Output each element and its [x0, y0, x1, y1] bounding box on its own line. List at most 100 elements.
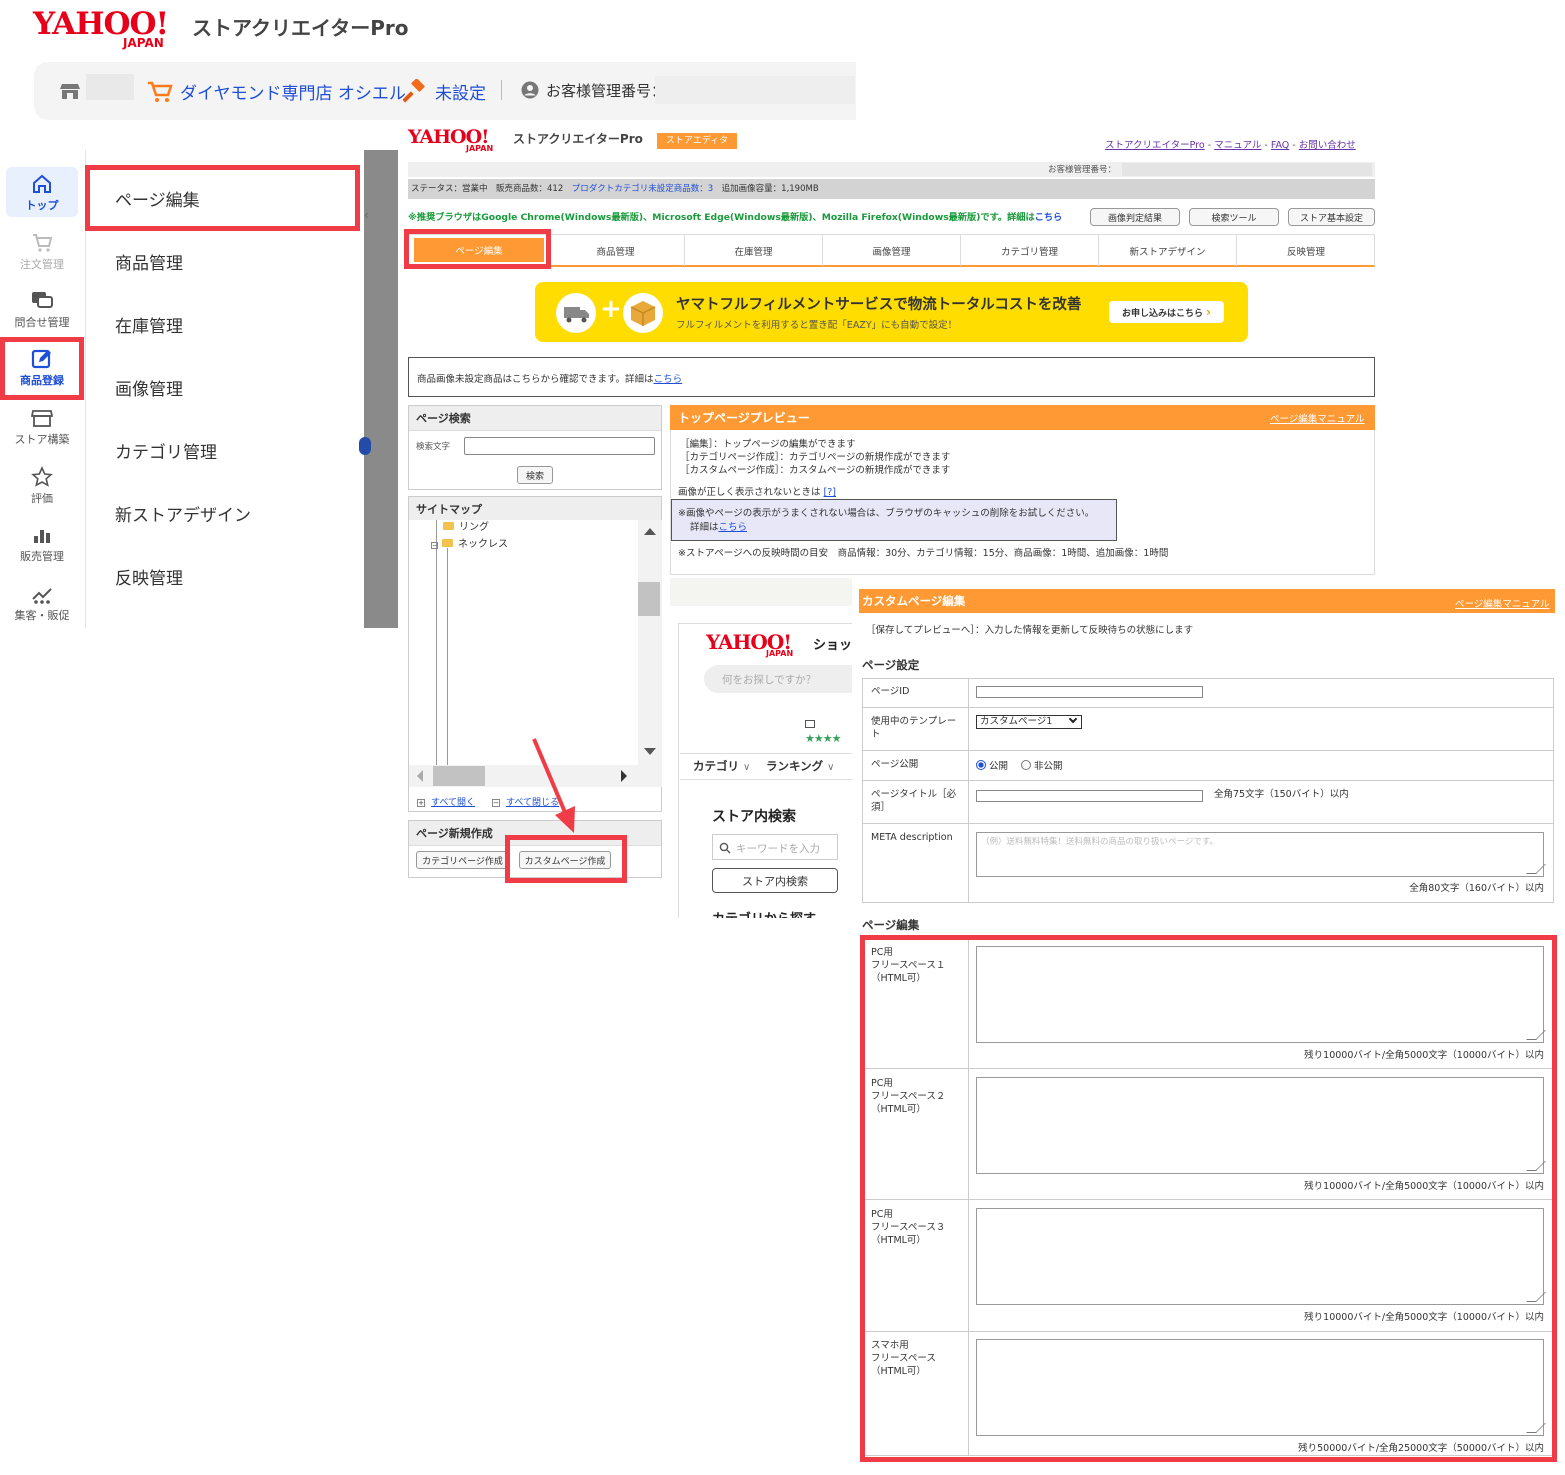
create-custom-page-button[interactable]: カスタムページ作成	[519, 851, 611, 869]
publish-radio-public[interactable]	[976, 760, 986, 770]
expand-all[interactable]: + すべて開く	[417, 795, 475, 808]
cache-detail-link[interactable]: こちら	[719, 522, 748, 533]
preview-title: トップページプレビュー	[678, 411, 810, 425]
sidebar-item-label: 注文管理	[20, 258, 64, 271]
scroll-thumb[interactable]	[638, 582, 660, 616]
submenu-new-store-design[interactable]: 新ストアデザイン	[115, 501, 251, 526]
mini-store-icon	[805, 720, 815, 728]
yahoo-logo[interactable]: YAHOO! JAPAN	[33, 6, 169, 50]
sidebar-item-orders[interactable]: 注文管理	[0, 232, 84, 272]
resize-grip-icon[interactable]	[1526, 864, 1546, 874]
recommend-text: ※推奨ブラウザはGoogle Chrome(Windows最新版)、Micros…	[408, 212, 1035, 223]
chevron-down-icon	[1068, 714, 1078, 724]
meta-description-textarea[interactable]: （例）送料無料特集！送料無料の商品の取り扱いページです。	[976, 832, 1546, 877]
preview-manual-link[interactable]: ページ編集マニュアル	[1270, 411, 1365, 425]
store-preview-search[interactable]: 何をお探しですか？	[704, 665, 860, 693]
scroll-right-icon[interactable]	[621, 770, 627, 782]
resize-grip-icon[interactable]	[1526, 1423, 1546, 1433]
sidebar-item-product-registration[interactable]: 商品登録	[0, 348, 84, 388]
hscroll-thumb[interactable]	[433, 766, 485, 786]
store-preview-logo[interactable]: YAHOO! JAPAN	[706, 630, 793, 658]
store-preview-area: YAHOO! JAPAN ショッ 何をお探しですか？ ★★★★ カテゴリ ∨ ラ…	[670, 578, 860, 918]
meta-hint: 全角80文字（160バイト）以内	[1409, 883, 1544, 894]
sidebar-item-label: 評価	[31, 492, 53, 505]
template-label: 使用中のテンプレート	[871, 716, 957, 740]
chevron-down-icon: ∨	[743, 762, 751, 773]
sidebar-item-inquiries[interactable]: 問合せ管理	[0, 290, 84, 330]
submenu-category-management[interactable]: カテゴリ管理	[115, 438, 217, 463]
expand-all-link[interactable]: すべて開く	[431, 798, 475, 808]
scroll-down-icon[interactable]	[644, 748, 656, 755]
link-separator: -	[1261, 140, 1271, 151]
submenu-page-edit[interactable]: ページ編集	[115, 186, 200, 211]
free-space-3-textarea[interactable]	[976, 1208, 1546, 1305]
folder-icon	[442, 539, 453, 547]
tree-folder-ring[interactable]: リング	[443, 518, 489, 533]
tab-category-management[interactable]: カテゴリ管理	[961, 235, 1099, 266]
template-select[interactable]: カスタムページ1	[976, 714, 1082, 729]
store-keyword-input[interactable]: キーワードを入力	[712, 834, 838, 860]
tab-product-management[interactable]: 商品管理	[547, 235, 685, 266]
scroll-left-icon[interactable]	[417, 770, 423, 782]
preview-search-placeholder: 何をお探しですか？	[722, 674, 817, 686]
store-search-button[interactable]: ストア内検索	[712, 868, 838, 893]
link-store-creator[interactable]: ストアクリエイターPro	[1105, 140, 1205, 151]
search-tool-button[interactable]: 検索ツール	[1189, 208, 1279, 226]
tab-inventory[interactable]: 在庫管理	[685, 235, 823, 266]
row-divider	[862, 750, 1554, 751]
publish-radio-private[interactable]	[1021, 760, 1032, 770]
status-capacity: 追加画像容量：1,190MB	[713, 184, 819, 194]
publish-label: ページ公開	[871, 759, 919, 770]
sidebar-item-top[interactable]: トップ	[0, 173, 84, 213]
auction-status-link[interactable]: 未設定	[435, 79, 486, 104]
editor-yahoo-logo[interactable]: YAHOO! JAPAN	[408, 126, 493, 153]
cache-note-text: ※画像やページの表示がうまくされない場合は、ブラウザのキャッシュの削除をお試しく…	[678, 508, 1095, 519]
sidebar-item-reviews[interactable]: 評価	[0, 466, 84, 506]
top-header: YAHOO! JAPAN ストアクリエイターPro ダイヤモンド専門店 オシエル…	[0, 0, 860, 125]
submenu-publish-management[interactable]: 反映管理	[115, 564, 183, 589]
banner-cta-label: お申し込みはこちら	[1122, 308, 1204, 319]
link-manual[interactable]: マニュアル	[1214, 140, 1261, 151]
cart-icon	[147, 81, 173, 107]
submenu-product-management[interactable]: 商品管理	[115, 249, 183, 274]
store-nav-ranking[interactable]: ランキング ∨	[766, 758, 835, 774]
store-settings-button[interactable]: ストア基本設定	[1288, 208, 1375, 226]
sidebar-item-marketing[interactable]: 集客・販促	[0, 583, 84, 623]
tab-publish-management[interactable]: 反映管理	[1237, 235, 1375, 266]
link-faq[interactable]: FAQ	[1271, 140, 1289, 151]
unset-category-link[interactable]: プロダクトカテゴリ未設定商品数：3	[572, 184, 713, 194]
store-nav-label: カテゴリ	[693, 759, 739, 773]
resize-grip-icon[interactable]	[1526, 1161, 1546, 1171]
tab-page-edit[interactable]: ページ編集	[414, 238, 544, 262]
sidebar-item-store-build[interactable]: ストア構築	[0, 407, 84, 447]
free-space-2-textarea[interactable]	[976, 1077, 1546, 1174]
page-search-button[interactable]: 検索	[517, 466, 553, 484]
tab-image-management[interactable]: 画像管理	[823, 235, 961, 266]
page-id-input[interactable]	[976, 686, 1203, 698]
store-name-link[interactable]: ダイヤモンド専門店 オシエル	[180, 79, 406, 104]
resize-grip-icon[interactable]	[1526, 1030, 1546, 1040]
image-judgement-button[interactable]: 画像判定結果	[1090, 208, 1180, 226]
recommend-link[interactable]: こちら	[1035, 212, 1063, 223]
notice-link[interactable]: こちら	[654, 374, 683, 385]
tab-new-store-design[interactable]: 新ストアデザイン	[1099, 235, 1237, 266]
page-title-input[interactable]	[976, 790, 1203, 802]
create-category-page-button[interactable]: カテゴリページ作成	[416, 851, 509, 869]
status-text: ステータス：営業中 販売商品数：412	[411, 184, 572, 194]
banner-apply-button[interactable]: お申し込みはこちら ›	[1109, 301, 1224, 323]
scroll-up-icon[interactable]	[644, 528, 656, 535]
submenu-inventory[interactable]: 在庫管理	[115, 312, 183, 337]
tree-vscrollbar[interactable]	[638, 520, 662, 765]
custom-manual-link[interactable]: ページ編集マニュアル	[1455, 596, 1550, 610]
submenu-image-management[interactable]: 画像管理	[115, 375, 183, 400]
free-space-1-textarea[interactable]	[976, 946, 1546, 1043]
yamato-banner[interactable]: + ヤマトフルフィルメントサービスで物流トータルコストを改善 フルフィルメントを…	[535, 282, 1248, 342]
store-nav-category[interactable]: カテゴリ ∨	[693, 758, 750, 774]
link-contact[interactable]: お問い合わせ	[1299, 140, 1356, 151]
resize-grip-icon[interactable]	[1526, 1292, 1546, 1302]
smartphone-space-textarea[interactable]	[976, 1339, 1546, 1436]
page-search-input[interactable]	[464, 437, 655, 455]
tree-folder-necklace[interactable]: − ネックレス	[431, 535, 508, 550]
sidebar-item-sales[interactable]: 販売管理	[0, 524, 84, 564]
image-help-link[interactable]: [?]	[824, 487, 836, 498]
